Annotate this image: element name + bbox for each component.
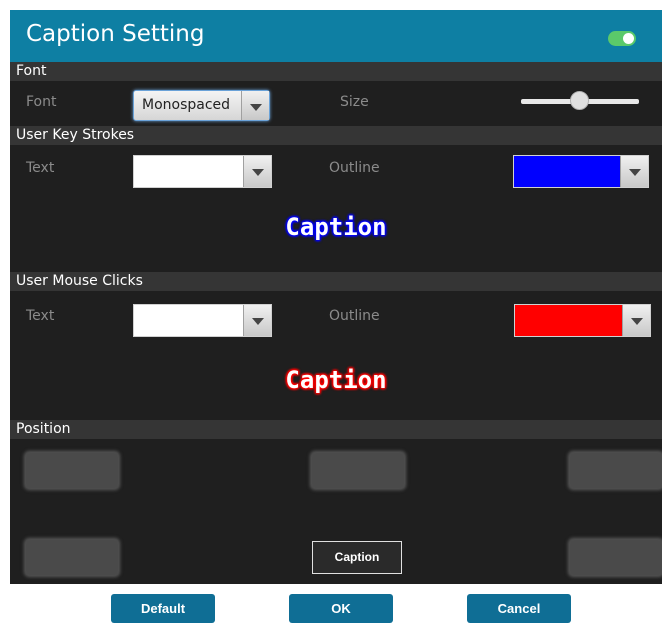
position-top-left-button[interactable] <box>26 453 118 488</box>
position-bottom-right-button[interactable] <box>570 540 662 575</box>
toggle-knob <box>623 33 634 44</box>
keystrokes-outline-color-arrow[interactable] <box>620 156 648 187</box>
keystrokes-outline-color-dropdown[interactable] <box>513 155 649 188</box>
size-label: Size <box>340 94 369 110</box>
keystrokes-section-header: User Key Strokes <box>10 126 662 145</box>
position-bottom-center-button[interactable]: Caption <box>312 541 402 574</box>
keystrokes-caption-preview: Caption <box>285 213 387 241</box>
keystrokes-text-color-arrow[interactable] <box>243 156 271 187</box>
mouse-caption-preview: Caption <box>285 366 387 394</box>
font-dropdown-arrow[interactable] <box>241 91 269 120</box>
keystrokes-outline-label: Outline <box>329 160 380 176</box>
keystrokes-text-label: Text <box>26 160 55 176</box>
font-section-header: Font <box>10 62 662 81</box>
chevron-down-icon <box>631 318 643 325</box>
mouse-section-header: User Mouse Clicks <box>10 272 662 291</box>
font-dropdown-value: Monospaced <box>142 97 231 113</box>
chevron-down-icon <box>252 318 264 325</box>
keystrokes-text-color-dropdown[interactable] <box>133 155 272 188</box>
mouse-outline-label: Outline <box>329 308 380 324</box>
size-slider-thumb[interactable] <box>570 91 589 110</box>
cancel-button[interactable]: Cancel <box>467 594 571 623</box>
font-dropdown[interactable]: Monospaced <box>133 90 270 121</box>
chevron-down-icon <box>252 169 264 176</box>
ok-button[interactable]: OK <box>289 594 393 623</box>
mouse-outline-color-arrow[interactable] <box>622 305 650 336</box>
dialog-footer: Default OK Cancel <box>10 584 662 631</box>
title-bar: Caption Setting <box>10 10 662 62</box>
font-label: Font <box>26 94 57 110</box>
position-bottom-left-button[interactable] <box>26 540 118 575</box>
default-button[interactable]: Default <box>111 594 215 623</box>
caption-setting-dialog: Caption Setting Font Font Monospaced Siz… <box>10 10 662 631</box>
caption-toggle[interactable] <box>608 31 636 46</box>
mouse-text-label: Text <box>26 308 55 324</box>
mouse-outline-color-dropdown[interactable] <box>514 304 651 337</box>
position-section-header: Position <box>10 420 662 439</box>
mouse-text-color-arrow[interactable] <box>243 305 271 336</box>
chevron-down-icon <box>629 169 641 176</box>
position-top-right-button[interactable] <box>570 453 662 488</box>
mouse-text-color-dropdown[interactable] <box>133 304 272 337</box>
dialog-title: Caption Setting <box>26 21 205 47</box>
position-top-center-button[interactable] <box>312 453 404 488</box>
chevron-down-icon <box>250 104 262 111</box>
